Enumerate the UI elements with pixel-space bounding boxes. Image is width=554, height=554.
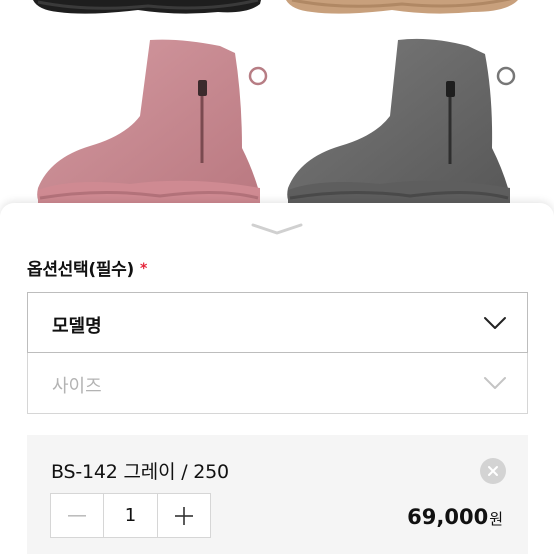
chevron-down-icon bbox=[251, 223, 303, 235]
product-image-area bbox=[0, 0, 554, 215]
black-boot-image bbox=[28, 0, 268, 22]
option-title-text: 옵션선택(필수) bbox=[27, 260, 134, 280]
price-unit: 원 bbox=[489, 510, 503, 528]
chevron-down-icon bbox=[484, 377, 506, 389]
model-select-label: 모델명 bbox=[52, 316, 102, 337]
price-value: 69,000 bbox=[407, 505, 489, 529]
gray-boot-image bbox=[280, 36, 520, 213]
option-select-title: 옵션선택(필수) * bbox=[27, 255, 147, 280]
selected-option-item: BS-142 그레이 / 250 1 69,000원 bbox=[27, 435, 528, 554]
minus-icon bbox=[68, 514, 87, 517]
decrease-quantity-button[interactable] bbox=[51, 494, 103, 537]
increase-quantity-button[interactable] bbox=[158, 494, 210, 537]
option-bottom-sheet: 옵션선택(필수) * 모델명 사이즈 BS-142 그레이 / 250 1 69… bbox=[0, 203, 554, 554]
tan-boot-image bbox=[282, 0, 522, 22]
option-price: 69,000원 bbox=[407, 505, 503, 529]
required-mark: * bbox=[139, 261, 148, 277]
quantity-stepper: 1 bbox=[50, 493, 211, 538]
remove-option-button[interactable] bbox=[480, 458, 506, 484]
sheet-collapse-handle[interactable] bbox=[249, 221, 305, 237]
pink-boot-image bbox=[30, 38, 270, 213]
model-select[interactable]: 모델명 bbox=[27, 292, 528, 353]
selected-option-title: BS-142 그레이 / 250 bbox=[51, 461, 229, 483]
close-icon bbox=[488, 466, 498, 476]
size-select[interactable]: 사이즈 bbox=[27, 353, 528, 414]
plus-icon bbox=[174, 506, 193, 525]
size-select-label: 사이즈 bbox=[52, 376, 102, 397]
quantity-value[interactable]: 1 bbox=[103, 494, 158, 537]
chevron-down-icon bbox=[484, 317, 506, 329]
